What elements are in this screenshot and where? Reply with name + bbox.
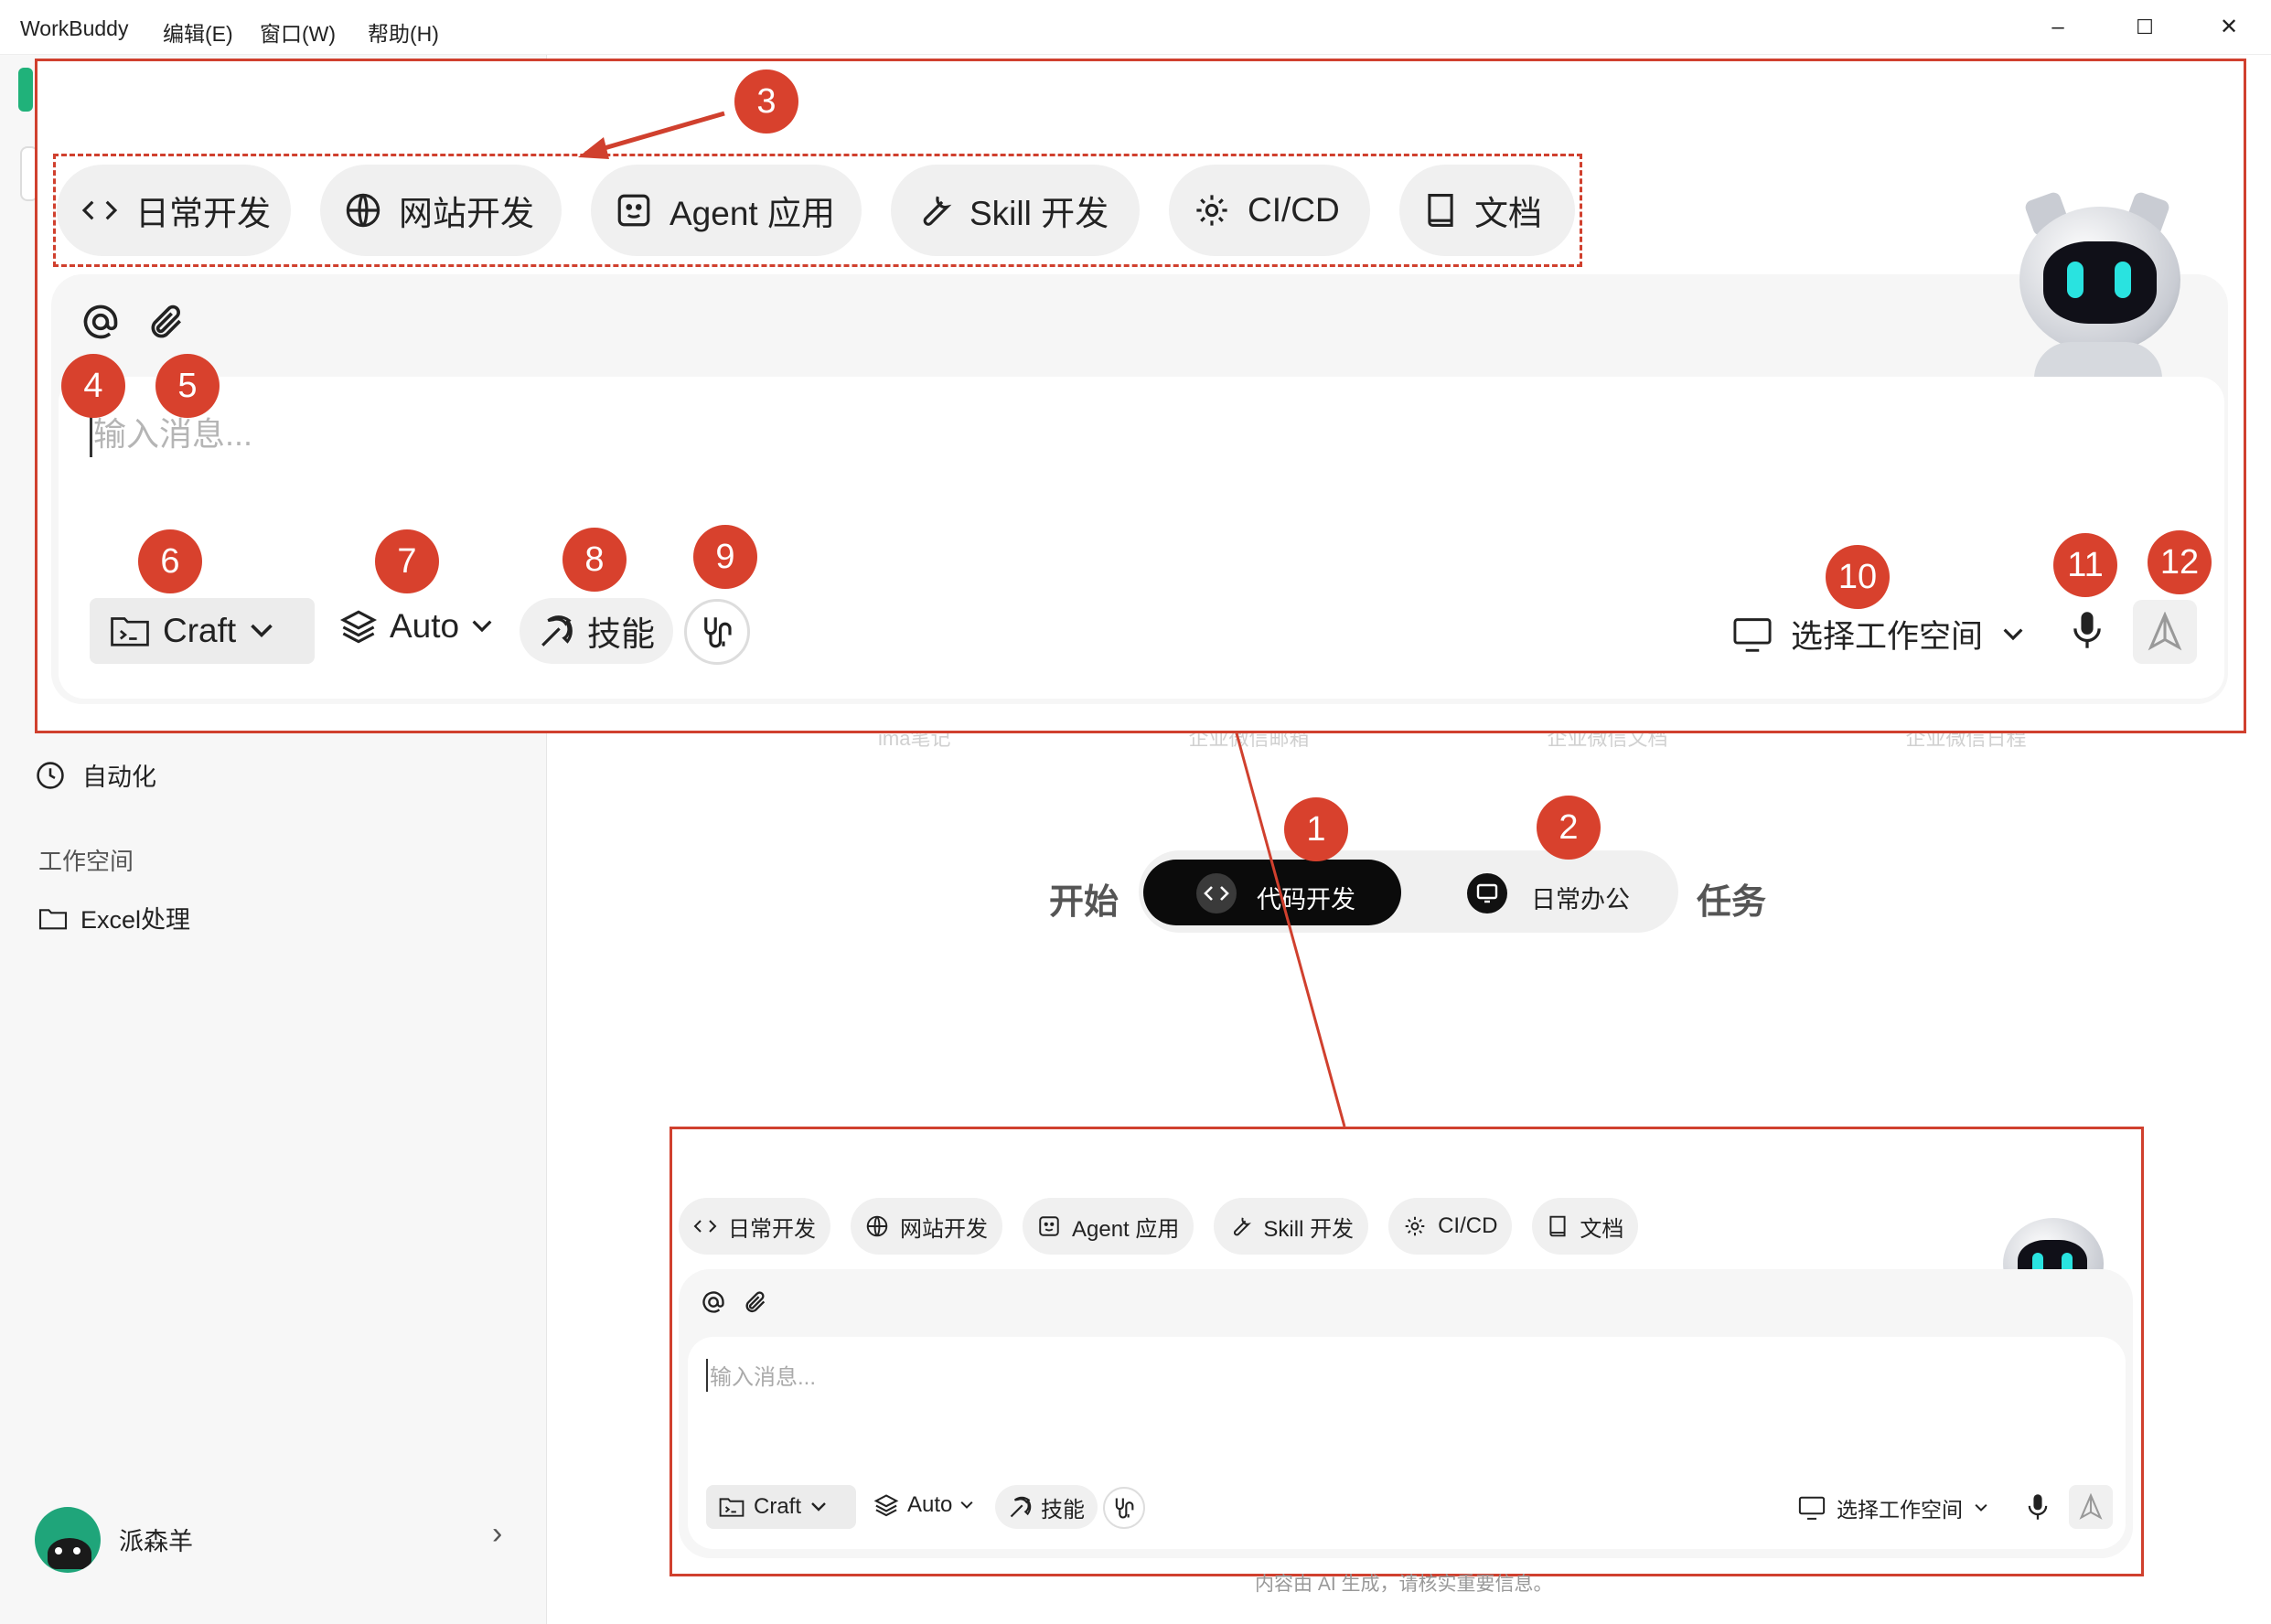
chevron-down-icon bbox=[2003, 628, 2023, 640]
badge-5: 5 bbox=[155, 354, 220, 418]
send-icon bbox=[2148, 612, 2182, 651]
connector-button[interactable] bbox=[684, 599, 750, 665]
workspace-select[interactable]: 选择工作空间 bbox=[1732, 611, 2025, 657]
terminal-folder-icon bbox=[111, 617, 149, 646]
chip-cicd[interactable]: CI/CD bbox=[1169, 165, 1370, 256]
book-icon bbox=[1428, 194, 1453, 227]
message-input[interactable]: 输入消息... bbox=[93, 408, 252, 455]
badge-6: 6 bbox=[138, 529, 202, 593]
craft-mode-button[interactable]: Craft bbox=[90, 598, 315, 664]
globe-icon bbox=[346, 193, 380, 228]
chip-daily-dev[interactable]: 日常开发 bbox=[57, 165, 291, 256]
badge-10: 10 bbox=[1826, 545, 1890, 609]
model-select[interactable]: Auto bbox=[338, 607, 494, 646]
gear-icon bbox=[1196, 195, 1227, 226]
microphone-icon[interactable] bbox=[2069, 609, 2105, 651]
chevron-down-icon bbox=[251, 624, 273, 638]
badge-11: 11 bbox=[2053, 533, 2117, 597]
badge-8: 8 bbox=[562, 528, 627, 592]
quick-chip-row: 日常开发 网站开发 Agent 应用 Skill 开发 CI/CD 文档 bbox=[57, 165, 1575, 256]
layers-icon bbox=[339, 610, 378, 644]
plug-icon bbox=[704, 617, 732, 648]
chevron-down-icon bbox=[472, 620, 492, 633]
robot-mascot bbox=[2001, 190, 2199, 397]
badge-3: 3 bbox=[734, 69, 798, 134]
chip-docs[interactable]: 文档 bbox=[1399, 165, 1575, 256]
mention-icon[interactable] bbox=[80, 302, 121, 342]
badge-1: 1 bbox=[1284, 797, 1348, 861]
chip-agent-app[interactable]: Agent 应用 bbox=[591, 165, 862, 256]
badge-9: 9 bbox=[693, 525, 757, 589]
pickaxe-icon bbox=[541, 615, 573, 646]
chip-skill-dev[interactable]: Skill 开发 bbox=[891, 165, 1140, 256]
monitor-icon bbox=[1733, 617, 1772, 652]
wrench-icon bbox=[923, 196, 952, 226]
badge-4: 4 bbox=[61, 354, 125, 418]
skills-button[interactable]: 技能 bbox=[520, 598, 673, 664]
badge-2: 2 bbox=[1537, 796, 1601, 860]
badge-7: 7 bbox=[375, 529, 439, 593]
badge-12: 12 bbox=[2148, 530, 2212, 594]
attachment-icon[interactable] bbox=[146, 302, 187, 342]
bot-face-icon bbox=[617, 194, 650, 227]
code-icon bbox=[81, 200, 118, 220]
send-button[interactable] bbox=[2133, 600, 2197, 664]
chip-web-dev[interactable]: 网站开发 bbox=[320, 165, 562, 256]
